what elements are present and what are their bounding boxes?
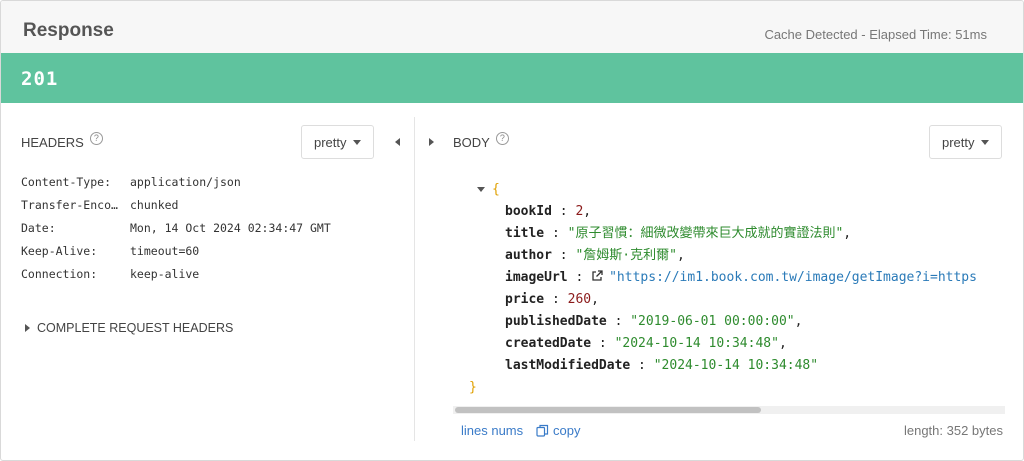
header-value: keep-alive [130,267,200,281]
body-length: length: 352 bytes [903,423,1003,438]
body-format-dropdown[interactable]: pretty [929,125,1002,159]
copy-icon [536,424,549,437]
headers-format-label: pretty [314,134,347,150]
header-value: Mon, 14 Oct 2024 02:34:47 GMT [130,221,331,235]
json-field-publishedDate: publishedDate : "2019-06-01 00:00:00", [505,314,803,329]
header-row: Date: Mon, 14 Oct 2024 02:34:47 GMT [21,221,331,244]
external-link-icon[interactable] [591,270,603,282]
json-link-value[interactable]: "https://im1.book.com.tw/image/getImage?… [609,270,977,285]
json-close-brace: } [469,380,477,395]
cache-info: Cache Detected - Elapsed Time: 51ms [764,27,987,42]
page-title: Response [23,20,114,41]
json-close-line: } [469,377,977,399]
header-row: Connection: keep-alive [21,267,331,290]
response-header: Response Cache Detected - Elapsed Time: … [1,1,1023,53]
json-key: title [505,226,545,241]
json-key: price [505,292,545,307]
fold-icon[interactable] [477,187,485,192]
json-field-imageUrl: imageUrl : "https://im1.book.com.tw/imag… [505,270,977,285]
complete-request-headers-toggle[interactable]: COMPLETE REQUEST HEADERS [25,321,233,335]
scrollbar-thumb[interactable] [455,407,761,413]
headers-list: Content-Type: application/json Transfer-… [21,175,331,290]
json-key: createdDate [505,336,592,351]
headers-title: HEADERS ? [21,132,103,150]
json-open-brace: { [492,182,500,197]
header-key: Content-Type: [21,175,112,189]
json-field-title: title : "原子習慣：細微改變帶來巨大成就的實證法則", [505,226,852,241]
chevron-down-icon [980,139,989,145]
header-row: Transfer-Enco… chunked [21,198,331,221]
headers-format-dropdown[interactable]: pretty [301,125,374,159]
status-bar: 201 [1,53,1023,103]
json-field-createdDate: createdDate : "2024-10-14 10:34:48", [505,336,787,351]
json-field-author: author : "詹姆斯·克利爾", [505,248,685,263]
expand-icon [25,324,30,332]
body-title-label: BODY [453,135,490,150]
json-value: 260 [567,292,592,307]
json-value: "原子習慣：細微改變帶來巨大成就的實證法則" [567,226,844,241]
json-key: lastModifiedDate [505,358,631,373]
json-key: publishedDate [505,314,607,329]
copy-label: copy [553,423,581,438]
json-value: "2019-06-01 00:00:00" [630,314,795,329]
header-key: Connection: [21,267,98,281]
json-field-price: price : 260, [505,292,599,307]
header-value: application/json [130,175,241,189]
help-icon[interactable]: ? [495,132,509,145]
json-value: "2024-10-14 10:34:48" [653,358,819,373]
chevron-down-icon [352,139,361,145]
json-key: imageUrl [505,270,568,285]
collapse-left-icon[interactable] [395,138,400,146]
body-title: BODY ? [453,132,509,150]
response-panel: Response Cache Detected - Elapsed Time: … [0,0,1024,461]
body-format-label: pretty [942,134,975,150]
expand-right-icon[interactable] [429,138,434,146]
header-key: Date: [21,221,56,235]
lines-nums-label: lines nums [461,423,524,438]
panel-divider[interactable] [414,117,415,441]
json-value: "2024-10-14 10:34:48" [614,336,779,351]
help-icon[interactable]: ? [89,132,103,145]
header-key: Transfer-Enco… [21,198,118,212]
header-row: Content-Type: application/json [21,175,331,198]
horizontal-scrollbar[interactable] [453,406,1005,414]
json-key: bookId [505,204,552,219]
headers-title-label: HEADERS [21,135,84,150]
json-key: author [505,248,552,263]
header-value: timeout=60 [130,244,200,258]
header-row: Keep-Alive: timeout=60 [21,244,331,267]
status-code: 201 [21,68,59,90]
header-key: Keep-Alive: [21,244,98,258]
copy-button[interactable]: copy [536,423,580,438]
lines-nums-toggle[interactable]: lines nums [461,423,523,438]
json-code: { bookId : 2, title : "原子習慣：細微改變帶來巨大成就的實… [469,179,977,399]
json-open-line: { [469,179,977,201]
json-field-bookId: bookId : 2, [505,204,592,219]
complete-request-headers-label: COMPLETE REQUEST HEADERS [37,321,234,335]
header-value: chunked [130,198,179,212]
json-value: "詹姆斯·克利爾" [575,248,677,263]
json-field-lastModifiedDate: lastModifiedDate : "2024-10-14 10:34:48" [505,358,819,373]
json-body: { bookId : 2, title : "原子習慣：細微改變帶來巨大成就的實… [453,169,1005,415]
